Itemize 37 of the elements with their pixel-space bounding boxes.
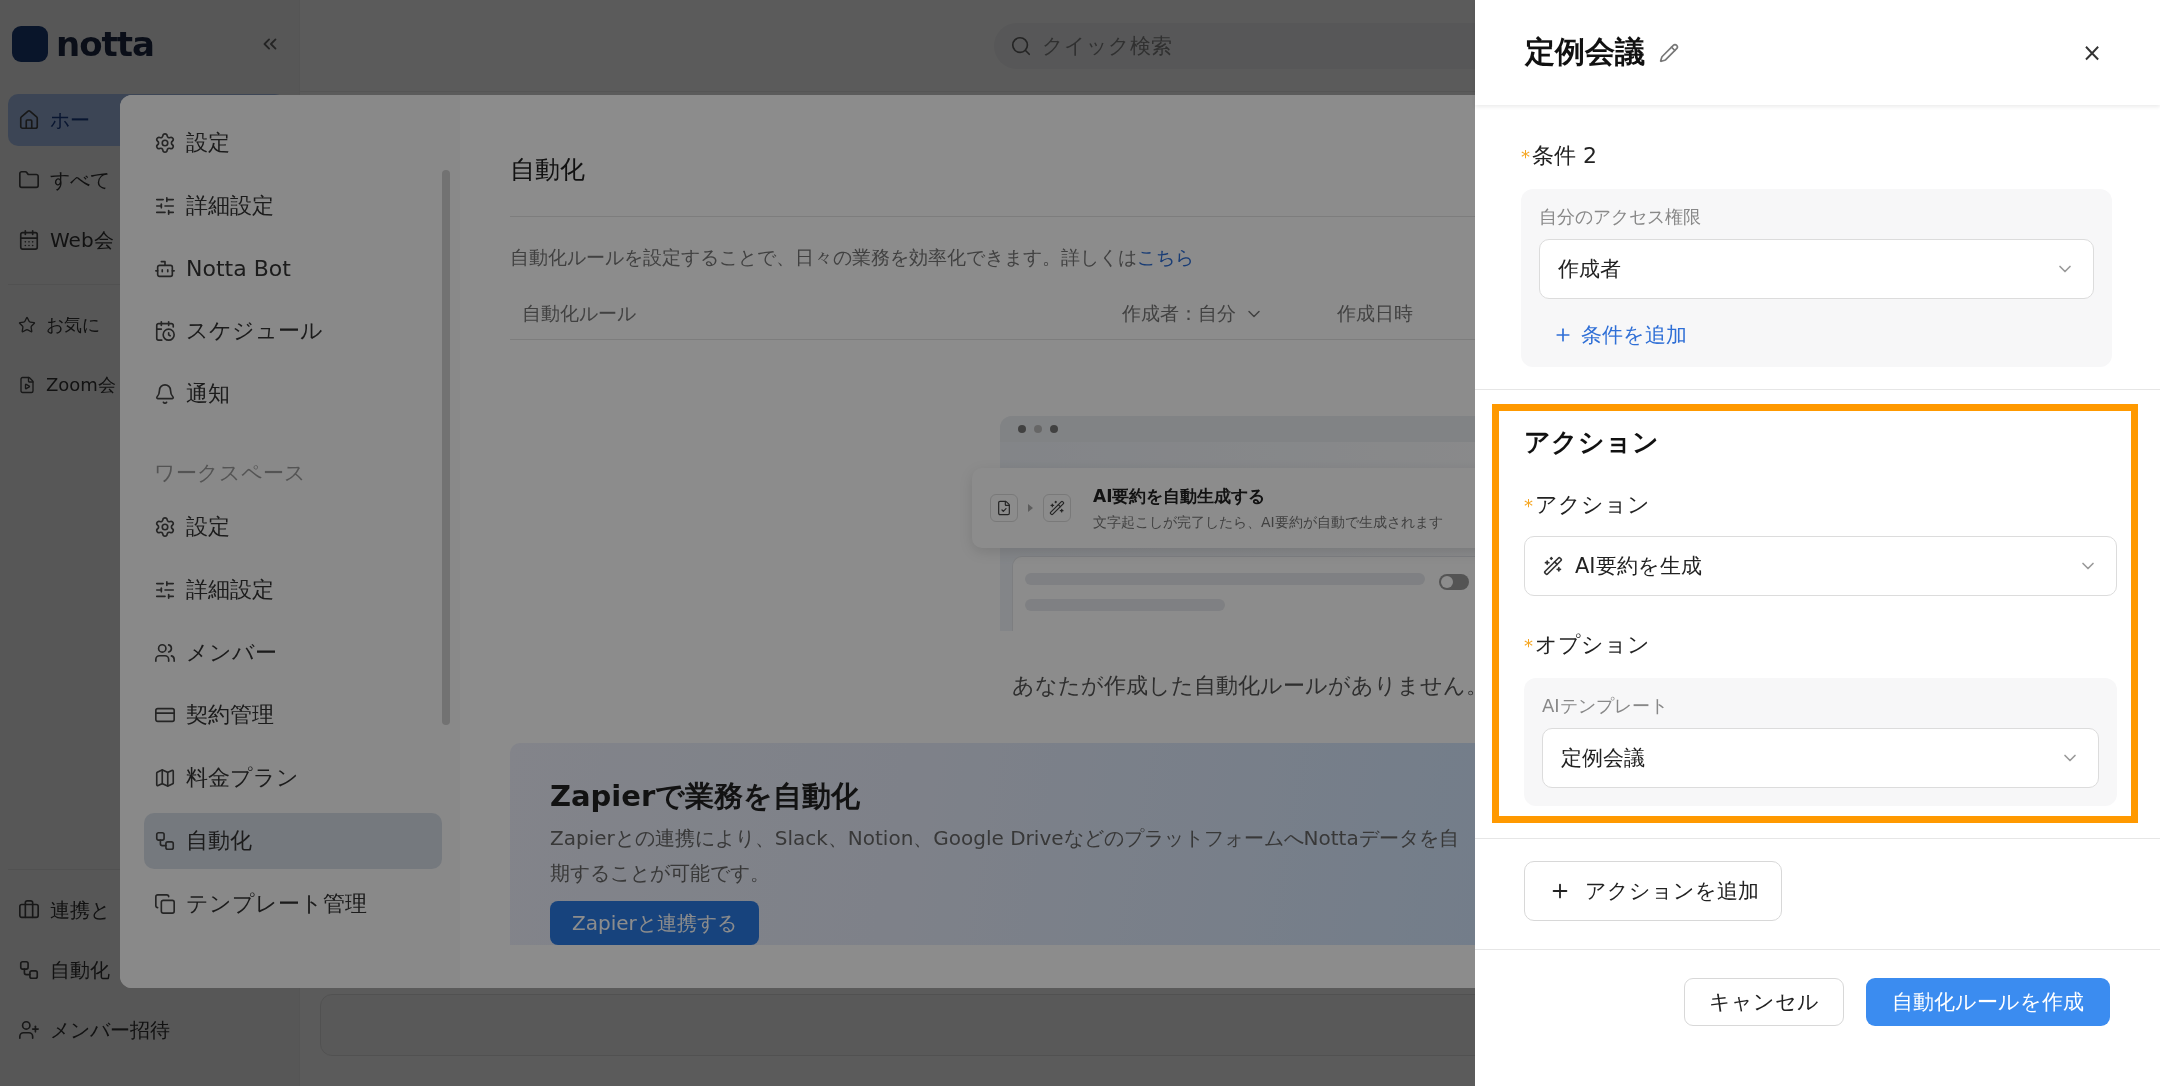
sidebar-item-label: 自動化 xyxy=(50,956,110,984)
nav-item-label: 詳細設定 xyxy=(186,575,274,604)
banner-title: Zapierで業務を自動化 xyxy=(550,778,862,815)
drawer-title: 定例会議 xyxy=(1525,33,1645,71)
banner-text: 期することが可能です。 xyxy=(550,860,771,887)
empty-message: あなたが作成した自動化ルールがありません。 xyxy=(1012,672,1475,700)
nav-item-label: スケジュール xyxy=(186,317,323,346)
card-subtitle: 文字起こしが完了したら、AI要約が自動で生成されます xyxy=(1093,513,1443,532)
sidebar-item-label: すべて xyxy=(50,166,110,194)
nav-item-label: 料金プラン xyxy=(186,764,299,793)
nav-item-label: テンプレート管理 xyxy=(186,889,367,918)
nav-item-label: 契約管理 xyxy=(186,701,274,730)
field-label: 自分のアクセス権限 xyxy=(1539,205,1702,229)
logo-text: notta xyxy=(56,24,154,64)
sidebar-item-label: 連携と xyxy=(50,896,110,924)
description: 自動化ルールを設定することで、日々の業務を効率化できます。詳しくはこちら xyxy=(510,245,1195,270)
nav-item-label: 設定 xyxy=(186,513,230,541)
nav-item-label: 自動化 xyxy=(186,826,252,855)
field-label: *オプション xyxy=(1524,631,1651,659)
column-header: 自動化ルール xyxy=(522,301,637,326)
card-title: AI要約を自動生成する xyxy=(1093,484,1267,508)
nav-item-label: メンバー xyxy=(186,638,277,667)
page-title: 自動化 xyxy=(510,153,1475,217)
sidebar-item-label: Web会 xyxy=(50,226,114,254)
field-label: AIテンプレート xyxy=(1542,694,1669,718)
section-heading: アクション xyxy=(1524,426,1660,459)
field-label: *条件 2 xyxy=(1521,142,1598,170)
column-header: 作成日時 xyxy=(1337,301,1414,326)
banner-text: Zapierとの連携により、Slack、Notion、Google DriveなどのプラットフォームへNottaデータを自 xyxy=(550,825,1460,852)
nav-item-label: 通知 xyxy=(186,380,230,409)
nav-item-label: 詳細設定 xyxy=(186,191,274,220)
nav-item-label: 設定 xyxy=(186,129,230,157)
field-label: *アクション xyxy=(1524,491,1651,519)
sidebar-item-label: お気に xyxy=(46,313,100,337)
nav-item-label: Notta Bot xyxy=(186,256,291,282)
sidebar-item-label: Zoom会 xyxy=(46,373,116,397)
sidebar-item-label: メンバー招待 xyxy=(50,1016,170,1044)
